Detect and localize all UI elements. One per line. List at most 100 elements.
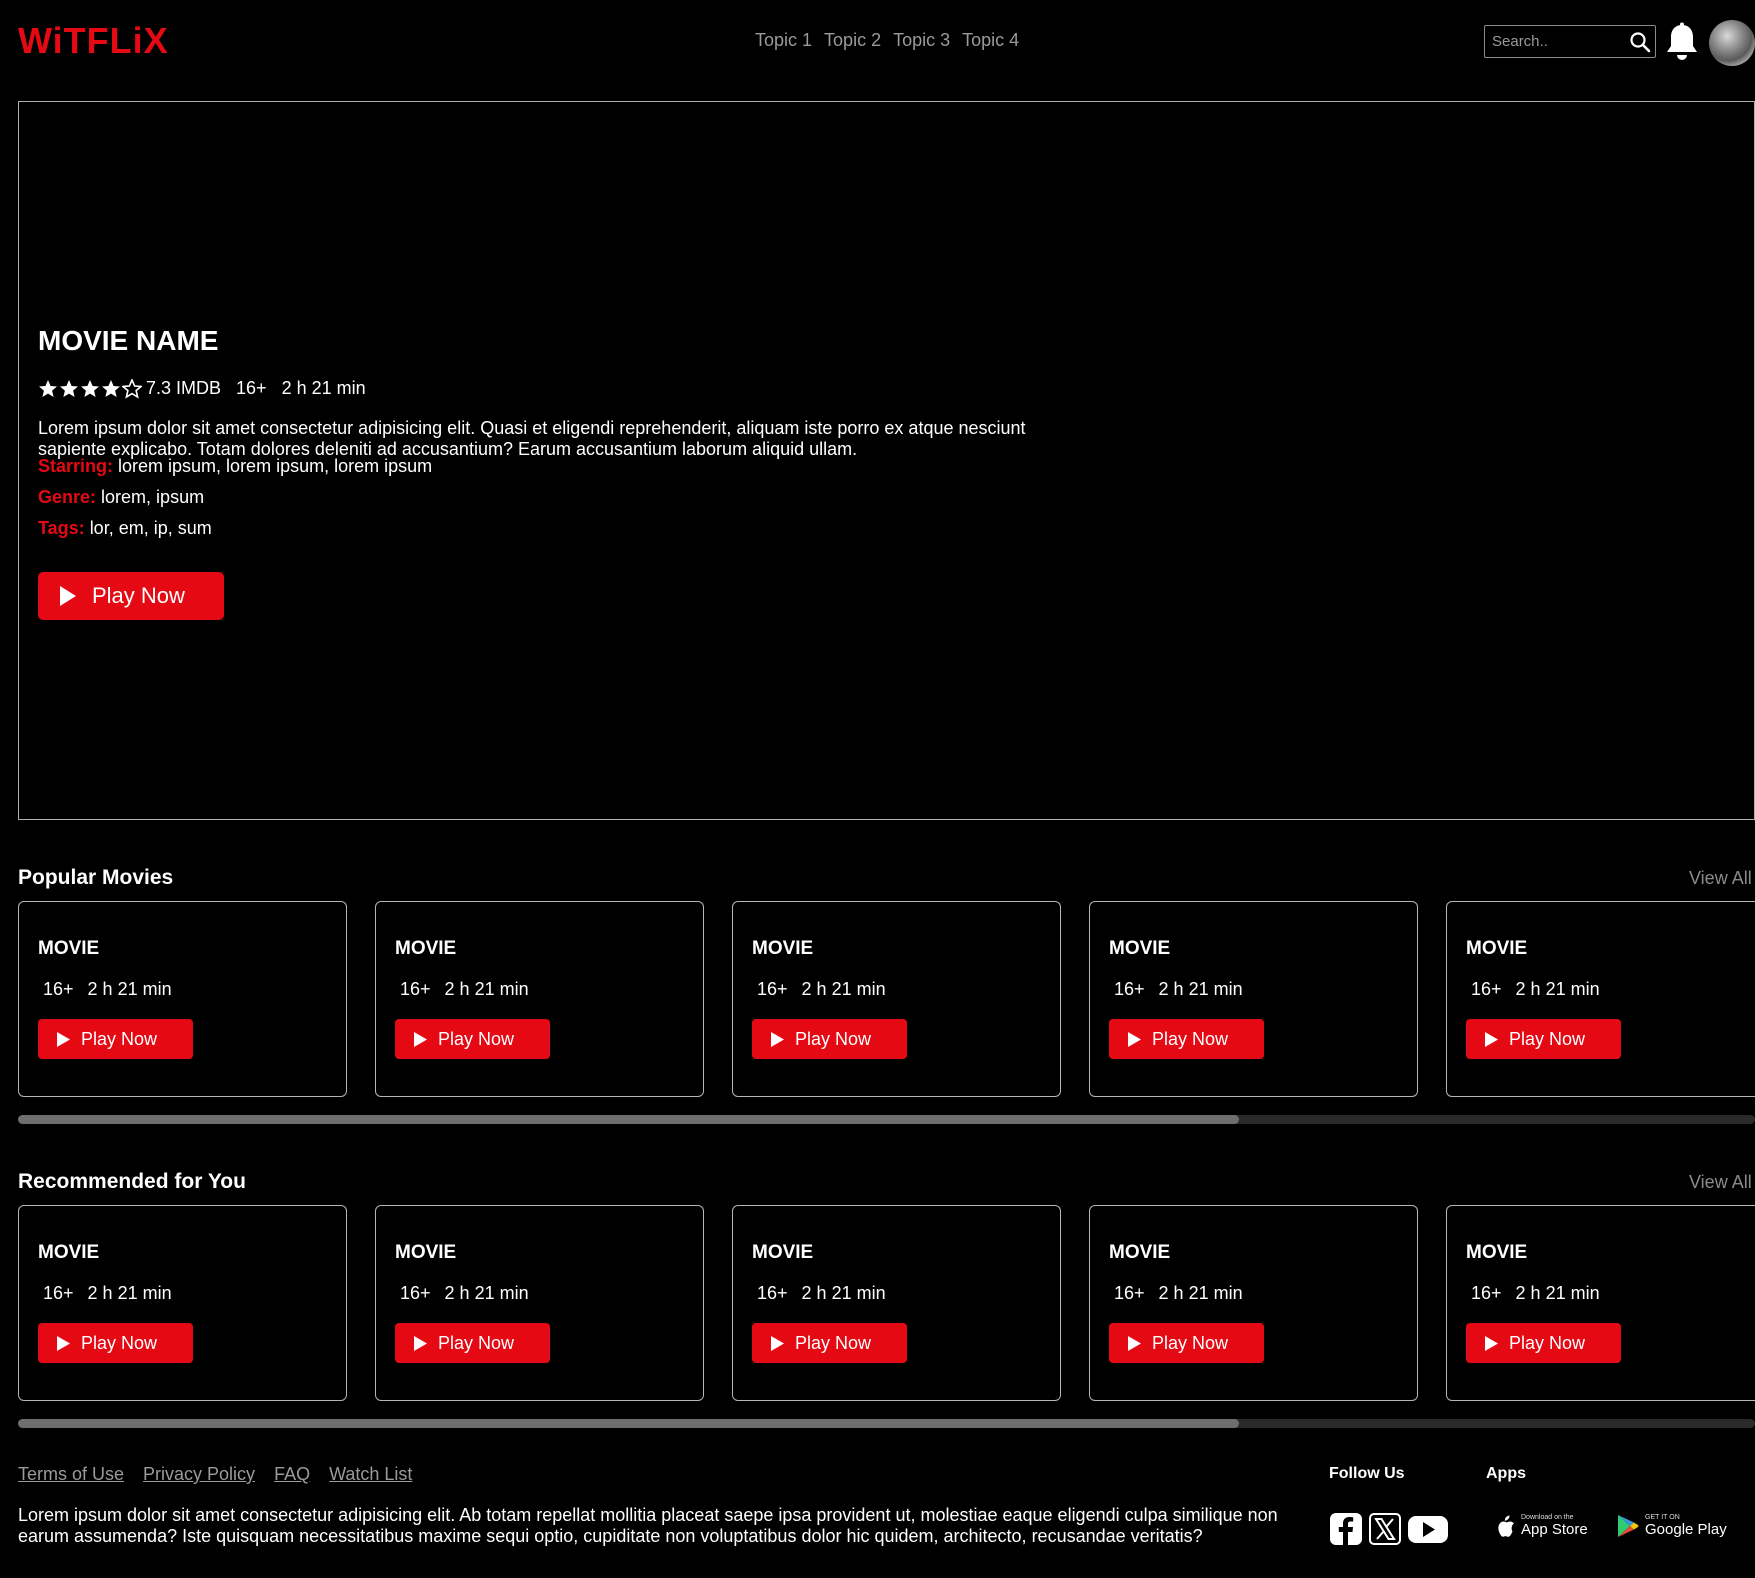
hero-title: MOVIE NAME	[38, 325, 219, 356]
movie-card[interactable]: MOVIE 16+ 2 h 21 min Play Now	[1089, 901, 1418, 1097]
movie-card[interactable]: MOVIE 16+ 2 h 21 min Play Now	[732, 1205, 1061, 1401]
header: WiTFLiX Topic 1 Topic 2 Topic 3 Topic 4	[0, 0, 1755, 86]
star-filled-icon	[39, 379, 57, 397]
movie-card-title: MOVIE	[752, 938, 814, 959]
rating-stars	[38, 378, 142, 399]
follow-us-heading: Follow Us	[1329, 1465, 1405, 1482]
nav-topic-3[interactable]: Topic 3	[893, 30, 950, 51]
search-input[interactable]	[1485, 33, 1625, 50]
movie-card-meta: 16+ 2 h 21 min	[757, 979, 886, 1000]
movie-card-title: MOVIE	[38, 1242, 100, 1263]
movie-card-title: MOVIE	[752, 1242, 814, 1263]
view-all-link-recommended-for-you[interactable]: View All	[1689, 1172, 1752, 1193]
duration: 2 h 21 min	[801, 1283, 886, 1303]
age-rating: 16+	[400, 1283, 431, 1303]
card-play-button[interactable]: Play Now	[395, 1019, 550, 1059]
movie-card-meta: 16+ 2 h 21 min	[1471, 979, 1600, 1000]
facebook-icon[interactable]	[1329, 1512, 1363, 1551]
card-play-label: Play Now	[1152, 1332, 1229, 1353]
tags-label: Tags:	[38, 518, 85, 538]
star-filled-icon	[60, 379, 78, 397]
card-play-button[interactable]: Play Now	[38, 1019, 193, 1059]
play-icon	[771, 1031, 784, 1047]
horizontal-scrollbar[interactable]	[18, 1115, 1755, 1124]
card-play-button[interactable]: Play Now	[395, 1323, 550, 1363]
duration: 2 h 21 min	[444, 1283, 529, 1303]
view-all-link-popular-movies[interactable]: View All	[1689, 868, 1752, 889]
section-title-recommended-for-you: Recommended for You	[18, 1170, 246, 1193]
age-rating: 16+	[43, 1283, 74, 1303]
movie-card-meta: 16+ 2 h 21 min	[1471, 1283, 1600, 1304]
movie-card-title: MOVIE	[1466, 1242, 1528, 1263]
movie-card-title: MOVIE	[395, 1242, 457, 1263]
tags-value: lor, em, ip, sum	[89, 518, 212, 538]
play-icon	[57, 1031, 70, 1047]
google-play-label: Google Play	[1645, 1521, 1727, 1538]
movie-card[interactable]: MOVIE 16+ 2 h 21 min Play Now	[375, 1205, 704, 1401]
card-play-label: Play Now	[81, 1028, 158, 1049]
google-play-badge[interactable]: GET IT ON Google Play	[1617, 1514, 1727, 1538]
faq-link[interactable]: FAQ	[274, 1464, 310, 1485]
card-play-button[interactable]: Play Now	[1466, 1323, 1621, 1363]
movie-card[interactable]: MOVIE 16+ 2 h 21 min Play Now	[1446, 1205, 1755, 1401]
apps-heading: Apps	[1486, 1465, 1526, 1482]
movie-card[interactable]: MOVIE 16+ 2 h 21 min Play Now	[18, 1205, 347, 1401]
scrollbar-thumb[interactable]	[18, 1115, 1240, 1124]
movie-card[interactable]: MOVIE 16+ 2 h 21 min Play Now	[1089, 1205, 1418, 1401]
movie-card[interactable]: MOVIE 16+ 2 h 21 min Play Now	[1446, 901, 1755, 1097]
hero-description: Lorem ipsum dolor sit amet consectetur a…	[38, 418, 1026, 459]
card-play-button[interactable]: Play Now	[38, 1323, 193, 1363]
duration: 2 h 21 min	[1158, 1283, 1243, 1303]
starring-line: Starring: lorem ipsum, lorem ipsum, lore…	[38, 456, 432, 477]
star-empty-icon	[122, 378, 142, 399]
terms-link[interactable]: Terms of Use	[18, 1464, 124, 1485]
card-play-label: Play Now	[1509, 1332, 1586, 1353]
logo[interactable]: WiTFLiX	[18, 20, 169, 62]
genre-line: Genre: lorem, ipsum	[38, 487, 204, 508]
card-play-label: Play Now	[438, 1332, 515, 1353]
genre-label: Genre:	[38, 487, 97, 507]
hero-meta: 7.3 IMDB 16+ 2 h 21 min	[38, 378, 366, 399]
card-play-button[interactable]: Play Now	[752, 1019, 907, 1059]
age-rating: 16+	[236, 378, 267, 398]
card-play-button[interactable]: Play Now	[1466, 1019, 1621, 1059]
movie-card[interactable]: MOVIE 16+ 2 h 21 min Play Now	[375, 901, 704, 1097]
tags-line: Tags: lor, em, ip, sum	[38, 518, 212, 539]
star-filled-icon	[81, 379, 99, 397]
age-rating: 16+	[1471, 979, 1502, 999]
movie-card[interactable]: MOVIE 16+ 2 h 21 min Play Now	[18, 901, 347, 1097]
play-icon	[57, 1335, 70, 1351]
movie-card-meta: 16+ 2 h 21 min	[43, 979, 172, 1000]
nav-topic-4[interactable]: Topic 4	[962, 30, 1019, 51]
scrollbar-thumb[interactable]	[18, 1419, 1240, 1428]
hero-play-button[interactable]: Play Now	[38, 572, 224, 620]
card-play-button[interactable]: Play Now	[1109, 1019, 1264, 1059]
star-filled-icon	[102, 379, 120, 397]
card-play-button[interactable]: Play Now	[1109, 1323, 1264, 1363]
nav-topic-1[interactable]: Topic 1	[755, 30, 812, 51]
movie-card-title: MOVIE	[1109, 938, 1171, 959]
app-store-badge[interactable]: Download on the App Store	[1497, 1514, 1588, 1538]
footer-links: Terms of Use Privacy Policy FAQ Watch Li…	[18, 1464, 412, 1485]
x-icon[interactable]	[1368, 1512, 1402, 1551]
age-rating: 16+	[1114, 979, 1145, 999]
nav-topic-2[interactable]: Topic 2	[824, 30, 881, 51]
duration: 2 h 21 min	[1515, 1283, 1600, 1303]
bell-icon[interactable]	[1664, 22, 1700, 62]
search-icon[interactable]	[1625, 26, 1655, 57]
privacy-link[interactable]: Privacy Policy	[143, 1464, 255, 1485]
google-play-icon	[1618, 1515, 1639, 1537]
movie-card[interactable]: MOVIE 16+ 2 h 21 min Play Now	[732, 901, 1061, 1097]
age-rating: 16+	[757, 1283, 788, 1303]
movie-card-meta: 16+ 2 h 21 min	[400, 979, 529, 1000]
movie-card-title: MOVIE	[1109, 1242, 1171, 1263]
youtube-icon[interactable]	[1407, 1512, 1449, 1551]
card-play-label: Play Now	[1509, 1028, 1586, 1049]
watch-list-link[interactable]: Watch List	[329, 1464, 412, 1485]
card-play-button[interactable]: Play Now	[752, 1323, 907, 1363]
age-rating: 16+	[400, 979, 431, 999]
movie-card-meta: 16+ 2 h 21 min	[400, 1283, 529, 1304]
avatar[interactable]	[1709, 20, 1755, 66]
horizontal-scrollbar[interactable]	[18, 1419, 1755, 1428]
play-icon	[771, 1335, 784, 1351]
